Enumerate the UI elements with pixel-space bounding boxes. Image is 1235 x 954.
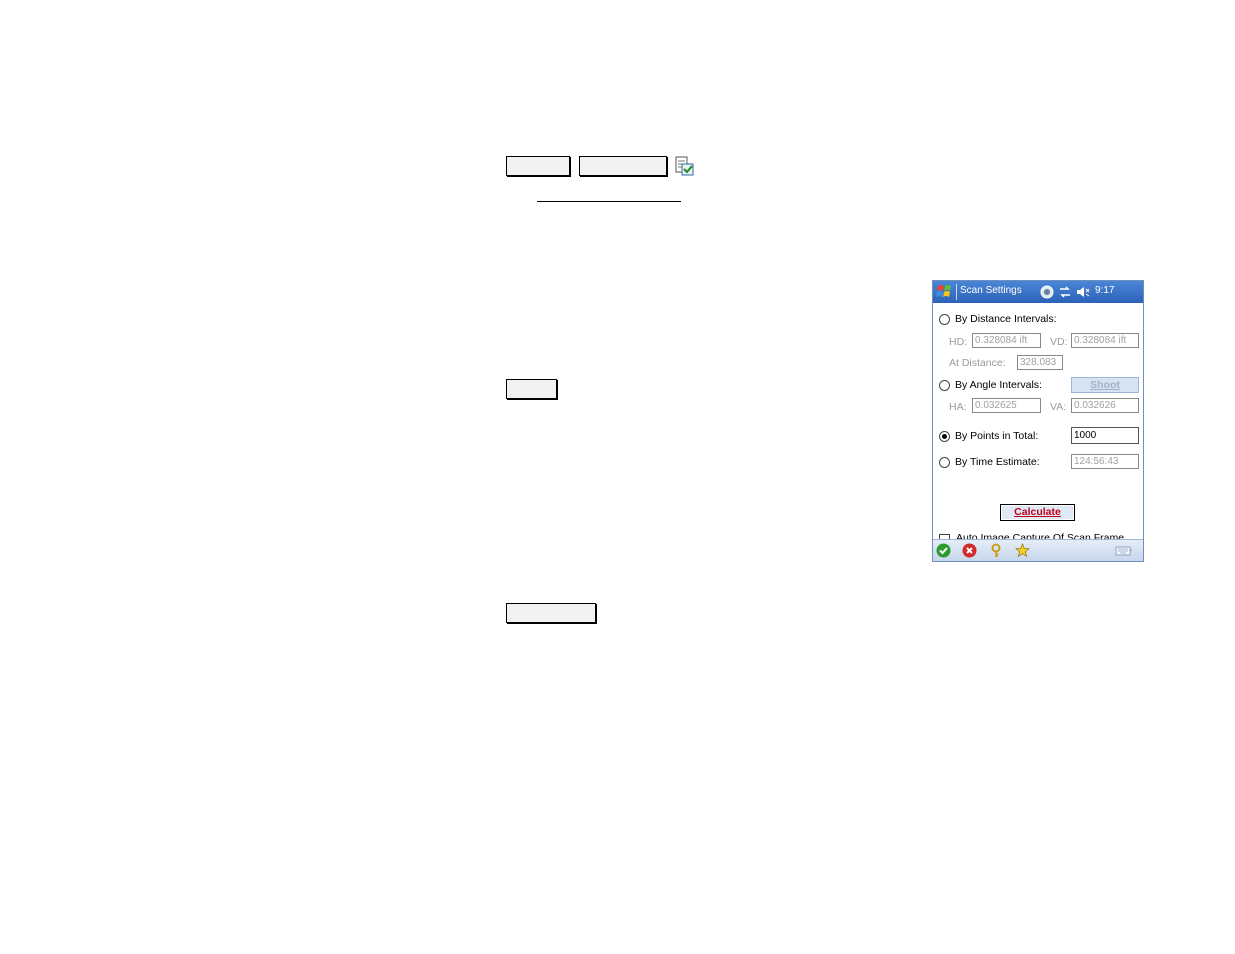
command-bar [933,539,1143,561]
time-estimate-field[interactable]: 124:56:43 [1071,454,1139,469]
star-icon[interactable] [1015,543,1030,558]
scan-settings-screen: Scan Settings 9:17 By Distance Intervals… [932,280,1144,562]
notification-icon[interactable] [1040,285,1054,299]
windows-flag-icon[interactable] [935,283,954,301]
placeholder-button-1[interactable] [506,156,570,176]
time-estimate-label: By Time Estimate: [955,456,1040,468]
points-total-field[interactable]: 1000 [1071,427,1139,444]
angle-intervals-label: By Angle Intervals: [955,379,1042,391]
va-field[interactable]: 0.032626 [1071,398,1139,413]
va-label: VA: [1050,401,1067,413]
hd-field[interactable]: 0.328084 ift [972,333,1041,348]
help-key-icon[interactable] [989,543,1004,558]
underline-rule [537,201,681,202]
shoot-button[interactable]: Shoot [1071,377,1139,393]
connectivity-icon[interactable] [1058,285,1072,299]
title-separator [956,284,957,300]
distance-intervals-label: By Distance Intervals: [955,313,1057,325]
cancel-x-icon[interactable] [962,543,977,558]
ha-label: HA: [949,401,967,413]
at-distance-label: At Distance: [949,357,1006,369]
ha-field[interactable]: 0.032625 [972,398,1041,413]
clock[interactable]: 9:17 [1095,285,1114,296]
distance-intervals-radio[interactable] [939,314,950,325]
screen-title: Scan Settings [960,285,1022,296]
points-total-radio[interactable] [939,431,950,442]
placeholder-button-3[interactable] [506,379,557,399]
placeholder-button-4[interactable] [506,603,596,623]
calculate-button[interactable]: Calculate [1000,504,1075,521]
vd-field[interactable]: 0.328084 ift [1071,333,1139,348]
points-total-label: By Points in Total: [955,430,1039,442]
angle-intervals-radio[interactable] [939,380,950,391]
ok-check-icon[interactable] [936,543,951,558]
hd-label: HD: [949,336,968,348]
checklist-document-icon[interactable] [675,156,695,176]
settings-form: By Distance Intervals: HD: 0.328084 ift … [933,303,1143,545]
title-bar: Scan Settings 9:17 [933,281,1143,303]
at-distance-field[interactable]: 328.083 [1017,355,1063,370]
keyboard-icon[interactable] [1115,543,1133,558]
time-estimate-radio[interactable] [939,457,950,468]
placeholder-button-2[interactable] [579,156,667,176]
volume-muted-icon[interactable] [1076,285,1090,299]
vd-label: VD: [1050,336,1068,348]
